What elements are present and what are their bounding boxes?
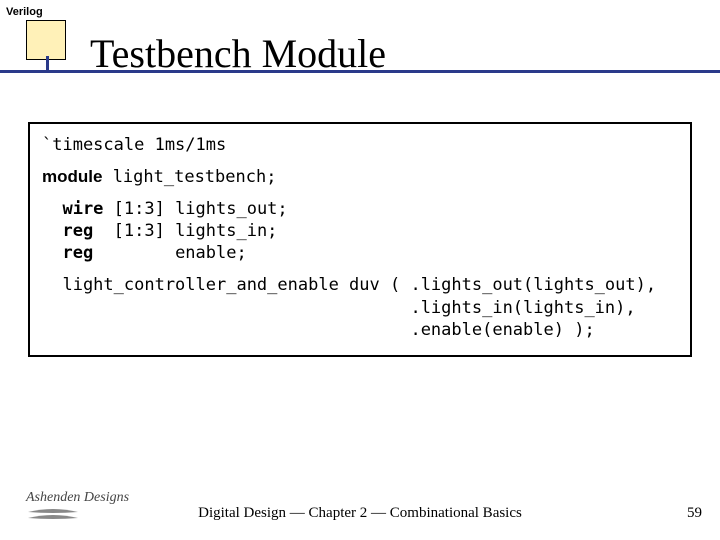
page-title: Testbench Module (90, 30, 386, 77)
code-line: .lights_in(lights_in), (42, 297, 678, 319)
code-line: module light_testbench; (42, 166, 678, 188)
code-line: reg enable; (42, 242, 678, 264)
code-block: `timescale 1ms/1ms module light_testbenc… (28, 122, 692, 357)
footer-text: Digital Design — Chapter 2 — Combination… (0, 505, 720, 522)
code-line: reg [1:3] lights_in; (42, 220, 678, 242)
bullet-box-icon (26, 20, 66, 60)
keyword: reg (42, 243, 93, 263)
keyword: reg (42, 221, 93, 241)
title-tick (46, 56, 49, 70)
code-line: wire [1:3] lights_out; (42, 198, 678, 220)
corner-tag: Verilog (6, 6, 43, 18)
keyword: wire (42, 199, 103, 219)
logo-text: Ashenden Designs (26, 490, 141, 506)
code-line: light_controller_and_enable duv ( .light… (42, 274, 678, 296)
code-line: .enable(enable) ); (42, 319, 678, 341)
keyword: module (42, 167, 102, 186)
code-line: `timescale 1ms/1ms (42, 134, 678, 156)
title-header: Testbench Module (0, 20, 720, 82)
page-number: 59 (687, 505, 702, 522)
